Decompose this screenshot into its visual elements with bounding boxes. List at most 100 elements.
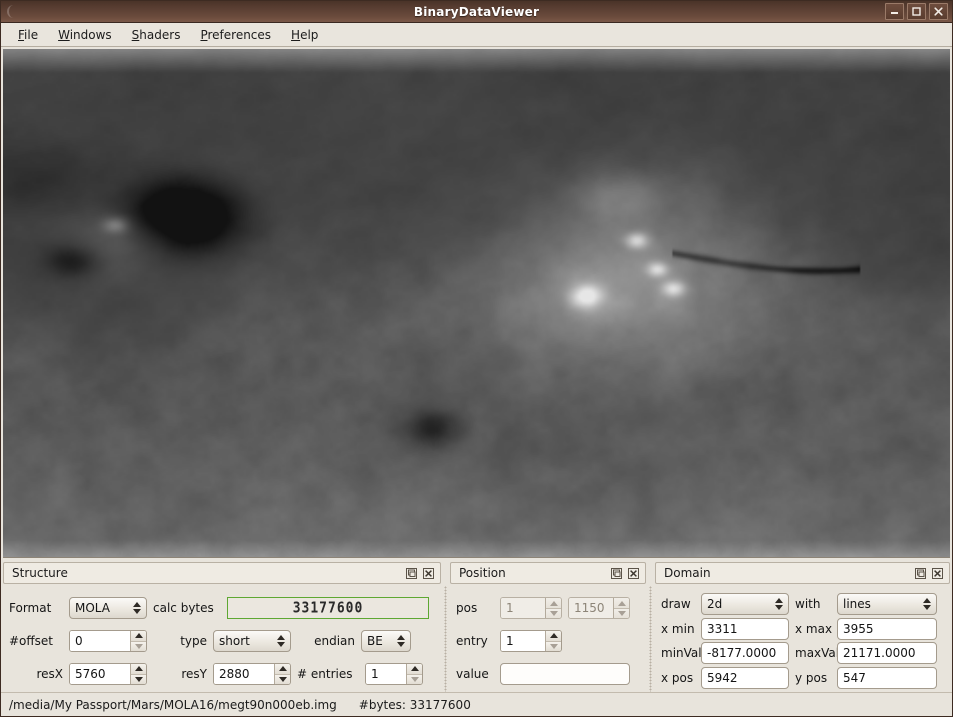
pos-x-stepper[interactable] [545,598,561,618]
pos-x-step-up[interactable] [546,598,561,608]
float-icon[interactable] [913,566,928,581]
calc-bytes-value: 33177600 [293,599,364,617]
resy-step-down[interactable] [275,674,290,684]
offset-step-down[interactable] [131,641,146,651]
pos-y-step-up[interactable] [614,598,629,608]
pos-y-spinbox[interactable]: 1150 [568,597,630,619]
with-combobox[interactable]: lines [837,593,937,615]
calc-bytes-label: calc bytes [153,601,221,615]
menu-shaders[interactable]: Shaders [123,25,190,45]
float-icon[interactable] [404,566,419,581]
pos-y-step-down[interactable] [614,608,629,618]
maxval-value: 21171.0000 [843,646,916,660]
close-icon[interactable] [930,566,945,581]
ypos-label: y pos [795,671,831,685]
structure-row-resolution: resX 5760 resY 2880 [9,663,437,685]
menu-windows-label: indows [70,28,112,42]
entries-step-down[interactable] [407,674,422,684]
mars-elevation-map[interactable] [3,49,950,557]
with-value: lines [843,597,921,611]
value-input[interactable] [500,663,630,685]
pos-y-value: 1150 [569,598,613,618]
pos-x-spinbox[interactable]: 1 [500,597,562,619]
resy-spinbox[interactable]: 2880 [213,663,291,685]
format-label: Format [9,601,63,615]
status-bytes: #bytes: 33177600 [359,698,471,712]
float-icon[interactable] [609,566,624,581]
endian-combobox[interactable]: BE [361,630,411,652]
menu-help-label: elp [300,28,318,42]
panel-domain-body: draw 2d with lines [655,586,950,692]
menu-bar: File Windows Shaders Preferences Help [1,23,952,47]
splitter-position-domain[interactable] [646,586,655,692]
structure-row-offset: #offset 0 type short [9,630,437,652]
window-menu-icon[interactable] [7,5,19,18]
position-row-value: value [456,663,642,685]
resx-step-up[interactable] [131,664,146,674]
entries-label: # entries [297,667,359,681]
entries-value: 1 [366,664,406,684]
resx-step-down[interactable] [131,674,146,684]
type-combobox[interactable]: short [213,630,291,652]
chevron-updown-icon [773,598,786,610]
minval-value: -8177.0000 [707,646,776,660]
panel-structure: Structure Format MOLA c [3,562,441,692]
panel-position-titlebar: Position [450,562,646,584]
resy-label: resY [153,667,207,681]
entry-stepper[interactable] [545,631,561,651]
close-icon[interactable] [421,566,436,581]
data-viewport[interactable] [3,49,950,558]
menu-help[interactable]: Help [282,25,327,45]
draw-combobox[interactable]: 2d [701,593,789,615]
resy-stepper[interactable] [274,664,290,684]
format-combobox[interactable]: MOLA [69,597,147,619]
window-title: BinaryDataViewer [414,5,539,19]
resx-stepper[interactable] [130,664,146,684]
entries-step-up[interactable] [407,664,422,674]
window-controls [885,3,948,20]
xpos-input[interactable]: 5942 [701,667,789,689]
pos-x-value: 1 [501,598,545,618]
menu-windows[interactable]: Windows [49,25,121,45]
minval-label: minVal [661,646,695,660]
splitter-structure-position[interactable] [441,586,450,692]
offset-value: 0 [70,631,130,651]
offset-step-up[interactable] [131,631,146,641]
offset-spinbox[interactable]: 0 [69,630,147,652]
minval-input[interactable]: -8177.0000 [701,642,789,664]
entries-spinbox[interactable]: 1 [365,663,423,685]
entry-step-down[interactable] [546,641,561,651]
xmin-input[interactable]: 3311 [701,618,789,640]
maximize-button[interactable] [907,3,926,20]
pos-y-stepper[interactable] [613,598,629,618]
dock-panel-row: Structure Format MOLA c [1,558,952,692]
type-value: short [219,634,275,648]
ypos-input[interactable]: 547 [837,667,937,689]
xpos-value: 5942 [707,671,738,685]
xpos-label: x pos [661,671,695,685]
format-value: MOLA [75,601,131,615]
entry-spinbox[interactable]: 1 [500,630,562,652]
entry-value: 1 [501,631,545,651]
menu-file[interactable]: File [9,25,47,45]
offset-stepper[interactable] [130,631,146,651]
entry-step-up[interactable] [546,631,561,641]
pos-x-step-down[interactable] [546,608,561,618]
close-icon[interactable] [626,566,641,581]
maxval-input[interactable]: 21171.0000 [837,642,937,664]
xmax-input[interactable]: 3955 [837,618,937,640]
with-label: with [795,597,831,611]
minimize-button[interactable] [885,3,904,20]
close-button[interactable] [929,3,948,20]
entry-label: entry [456,634,494,648]
entries-stepper[interactable] [406,664,422,684]
panel-domain: Domain draw 2d with [655,562,950,692]
resy-step-up[interactable] [275,664,290,674]
menu-preferences[interactable]: Preferences [191,25,280,45]
structure-row-format: Format MOLA calc bytes 33177600 [9,597,437,619]
chevron-updown-icon [395,635,408,647]
offset-label: #offset [9,634,63,648]
panel-position: Position pos 1 [450,562,646,692]
type-label: type [153,634,207,648]
resx-spinbox[interactable]: 5760 [69,663,147,685]
